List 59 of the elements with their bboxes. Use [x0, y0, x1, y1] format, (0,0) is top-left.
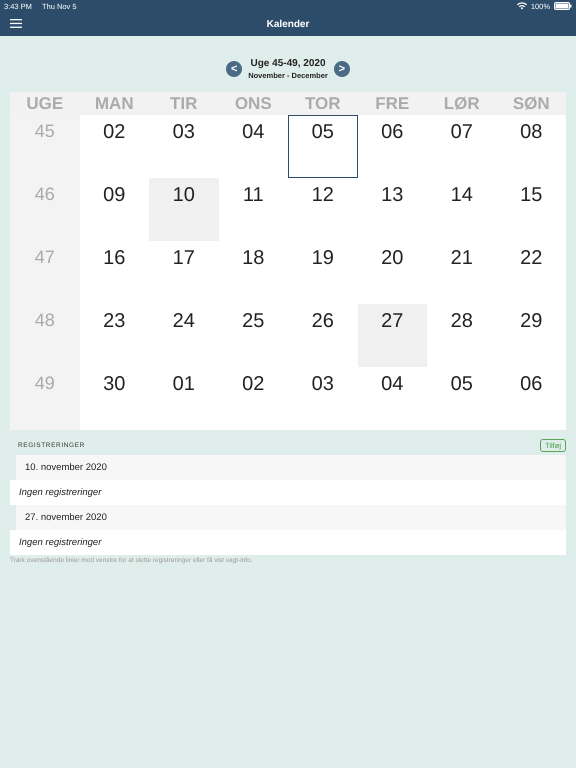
day-cell[interactable]: 20 — [358, 241, 427, 304]
column-header: SØN — [496, 92, 566, 115]
next-button[interactable]: > — [334, 61, 350, 77]
day-cell[interactable]: 06 — [358, 115, 427, 178]
week-number: 49 — [10, 367, 80, 430]
week-number: 47 — [10, 241, 80, 304]
wifi-icon — [516, 2, 527, 10]
day-cell[interactable]: 26 — [288, 304, 358, 367]
day-cell[interactable]: 30 — [80, 367, 149, 430]
day-cell[interactable]: 04 — [218, 115, 288, 178]
day-cell[interactable]: 01 — [149, 367, 218, 430]
day-cell[interactable]: 22 — [496, 241, 566, 304]
day-cell[interactable]: 28 — [427, 304, 496, 367]
day-cell[interactable]: 16 — [80, 241, 149, 304]
menu-icon[interactable] — [10, 19, 22, 28]
week-number: 46 — [10, 178, 80, 241]
week-range: Uge 45-49, 2020 — [250, 58, 326, 69]
day-cell[interactable]: 05 — [427, 367, 496, 430]
previous-button[interactable]: < — [226, 61, 242, 77]
column-header: FRE — [358, 92, 427, 115]
day-cell[interactable]: 29 — [496, 304, 566, 367]
column-header: UGE — [10, 92, 80, 115]
day-cell[interactable]: 15 — [496, 178, 566, 241]
day-cell[interactable]: 14 — [427, 178, 496, 241]
day-cell[interactable]: 21 — [427, 241, 496, 304]
day-cell[interactable]: 19 — [288, 241, 358, 304]
day-cell[interactable]: 23 — [80, 304, 149, 367]
day-cell[interactable]: 08 — [496, 115, 566, 178]
battery-icon — [554, 2, 572, 10]
day-cell[interactable]: 27 — [358, 304, 427, 367]
day-cell[interactable]: 02 — [218, 367, 288, 430]
day-cell[interactable]: 04 — [358, 367, 427, 430]
day-cell[interactable]: 07 — [427, 115, 496, 178]
day-cell[interactable]: 13 — [358, 178, 427, 241]
day-cell[interactable]: 18 — [218, 241, 288, 304]
day-cell[interactable]: 24 — [149, 304, 218, 367]
empty-row: Ingen registreringer — [10, 480, 566, 505]
day-cell[interactable]: 03 — [149, 115, 218, 178]
day-cell[interactable]: 17 — [149, 241, 218, 304]
empty-row: Ingen registreringer — [10, 530, 566, 555]
page-title: Kalender — [266, 18, 310, 30]
day-cell[interactable]: 11 — [218, 178, 288, 241]
column-header: TIR — [149, 92, 218, 115]
day-cell[interactable]: 25 — [218, 304, 288, 367]
day-cell[interactable]: 09 — [80, 178, 149, 241]
week-number: 45 — [10, 115, 80, 178]
column-header: LØR — [427, 92, 496, 115]
day-cell[interactable]: 12 — [288, 178, 358, 241]
column-header: TOR — [288, 92, 358, 115]
day-cell[interactable]: 05 — [288, 115, 358, 178]
column-header: ONS — [218, 92, 288, 115]
week-number: 48 — [10, 304, 80, 367]
day-cell[interactable]: 10 — [149, 178, 218, 241]
day-cell[interactable]: 02 — [80, 115, 149, 178]
column-header: MAN — [80, 92, 149, 115]
day-cell[interactable]: 03 — [288, 367, 358, 430]
date-row[interactable]: 27. november 2020 — [16, 505, 566, 530]
day-cell[interactable]: 06 — [496, 367, 566, 430]
date-row[interactable]: 10. november 2020 — [16, 455, 566, 480]
